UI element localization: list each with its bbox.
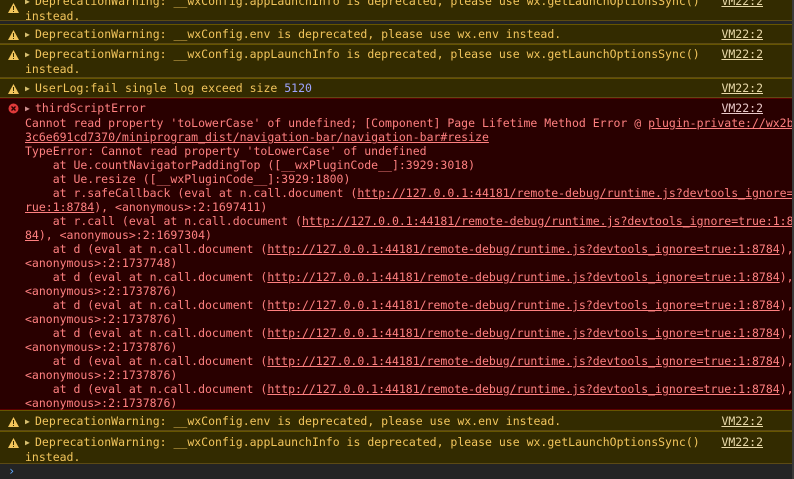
stack-frame-anonymous: <anonymous>:2:1737876) xyxy=(25,396,178,410)
runtime-source-link[interactable]: http://127.0.0.1:44181/remote-debug/runt… xyxy=(357,186,794,200)
warning-triangle-icon xyxy=(7,415,19,429)
source-link[interactable]: VM22:2 xyxy=(721,414,763,428)
warning-message-continuation: instead. xyxy=(25,62,81,76)
stack-frame: at d (eval at n.call.document ( xyxy=(25,326,268,340)
stack-frame: at d (eval at n.call.document ( xyxy=(25,382,268,396)
warning-triangle-icon xyxy=(7,82,19,96)
console-input[interactable]: › xyxy=(0,464,794,479)
stack-frame-anonymous: <anonymous>:2:1737876) xyxy=(25,368,178,382)
expand-triangle-icon[interactable]: ▶ xyxy=(25,436,35,450)
expand-triangle-icon[interactable]: ▶ xyxy=(25,28,35,42)
devtools-console: ▶ DeprecationWarning: __wxConfig.appLaunc… xyxy=(0,0,794,479)
warning-message: DeprecationWarning: __wxConfig.env is de… xyxy=(35,414,562,428)
stack-frame: at d (eval at n.call.document ( xyxy=(25,354,268,368)
stack-frame: at d (eval at n.call.document ( xyxy=(25,242,268,256)
prompt-chevron-icon: › xyxy=(8,464,16,478)
runtime-source-link[interactable]: http://127.0.0.1:44181/remote-debug/runt… xyxy=(267,298,779,312)
stack-frame: at d (eval at n.call.document ( xyxy=(25,270,268,284)
error-title: thirdScriptError xyxy=(35,101,146,115)
source-link[interactable]: VM22:2 xyxy=(721,101,763,115)
console-warning-entry[interactable]: ▶ DeprecationWarning: __wxConfig.env is d… xyxy=(0,410,794,431)
warning-message-continuation: instead. xyxy=(25,450,81,464)
runtime-source-link[interactable]: http://127.0.0.1:44181/remote-debug/runt… xyxy=(267,270,779,284)
userlog-message: UserLog:fail single log exceed size xyxy=(35,81,285,95)
stack-frame-anonymous: <anonymous>:2:1737876) xyxy=(25,340,178,354)
error-message: Cannot read property 'toLowerCase' of un… xyxy=(25,116,649,130)
expand-triangle-icon[interactable]: ▶ xyxy=(25,82,35,96)
console-warning-entry[interactable]: ▶ DeprecationWarning: __wxConfig.appLaunc… xyxy=(0,431,794,464)
userlog-size-value: 5120 xyxy=(284,81,312,95)
expand-triangle-icon[interactable]: ▶ xyxy=(25,415,35,429)
expand-triangle-icon[interactable]: ▶ xyxy=(25,102,35,116)
stack-frame: at Ue.resize ([__wxPluginCode__]:3929:18… xyxy=(25,172,351,186)
warning-message: DeprecationWarning: __wxConfig.env is de… xyxy=(35,27,562,41)
warning-message: DeprecationWarning: __wxConfig.appLaunch… xyxy=(35,47,700,61)
warning-message-continuation: instead. xyxy=(25,9,81,23)
source-link[interactable]: VM22:2 xyxy=(721,81,763,95)
warning-triangle-icon xyxy=(7,1,19,15)
expand-triangle-icon[interactable]: ▶ xyxy=(25,0,35,9)
error-circle-icon xyxy=(7,101,19,115)
runtime-source-link[interactable]: http://127.0.0.1:44181/remote-debug/runt… xyxy=(267,382,779,396)
warning-message: DeprecationWarning: __wxConfig.appLaunch… xyxy=(35,435,700,449)
stack-frame-tail: ), <anonymous>:2:1697411) xyxy=(94,200,268,214)
warning-triangle-icon xyxy=(7,48,19,62)
console-userlog-entry[interactable]: ▶ UserLog:fail single log exceed size 512… xyxy=(0,78,794,98)
source-link[interactable]: VM22:2 xyxy=(721,27,763,41)
stack-frame-anonymous: <anonymous>:2:1737876) xyxy=(25,284,178,298)
source-link[interactable]: VM22:2 xyxy=(721,47,763,61)
runtime-source-link-continuation[interactable]: rue:1:8784 xyxy=(25,200,94,214)
runtime-source-link[interactable]: http://127.0.0.1:44181/remote-debug/runt… xyxy=(267,326,779,340)
type-error-line: TypeError: Cannot read property 'toLower… xyxy=(25,144,427,158)
stack-frame: at r.safeCallback (eval at n.call.docume… xyxy=(25,186,358,200)
console-warning-entry[interactable]: ▶ DeprecationWarning: __wxConfig.appLaunc… xyxy=(0,0,794,23)
stack-frame: at d (eval at n.call.document ( xyxy=(25,298,268,312)
runtime-source-link[interactable]: http://127.0.0.1:44181/remote-debug/runt… xyxy=(267,242,779,256)
stack-frame-anonymous: <anonymous>:2:1737748) xyxy=(25,256,178,270)
stack-frame-tail: ), <anonymous>:2:1697304) xyxy=(38,228,212,242)
expand-triangle-icon[interactable]: ▶ xyxy=(25,48,35,62)
stack-frame-anonymous: <anonymous>:2:1737876) xyxy=(25,312,178,326)
console-warning-entry[interactable]: ▶ DeprecationWarning: __wxConfig.appLaunc… xyxy=(0,44,794,78)
source-link[interactable]: VM22:2 xyxy=(721,0,763,8)
source-link[interactable]: VM22:2 xyxy=(721,435,763,449)
plugin-source-link[interactable]: plugin-private://wx2b0 xyxy=(648,116,794,130)
stack-frame: at Ue.countNavigatorPaddingTop ([__wxPlu… xyxy=(25,158,476,172)
warning-triangle-icon xyxy=(7,436,19,450)
warning-message: DeprecationWarning: __wxConfig.appLaunch… xyxy=(35,0,700,8)
console-warning-entry[interactable]: ▶ DeprecationWarning: __wxConfig.env is d… xyxy=(0,24,794,44)
console-error-entry[interactable]: ▶ thirdScriptError VM22:2 Cannot read pro… xyxy=(0,98,794,410)
runtime-source-link[interactable]: http://127.0.0.1:44181/remote-debug/runt… xyxy=(267,354,779,368)
warning-triangle-icon xyxy=(7,28,19,42)
plugin-source-link-continuation[interactable]: 3c6e691cd7370/miniprogram_dist/navigatio… xyxy=(25,130,489,144)
stack-frame: at r.call (eval at n.call.document ( xyxy=(25,214,302,228)
runtime-source-link[interactable]: http://127.0.0.1:44181/remote-debug/runt… xyxy=(302,214,794,228)
runtime-source-link-continuation[interactable]: 84 xyxy=(25,228,39,242)
